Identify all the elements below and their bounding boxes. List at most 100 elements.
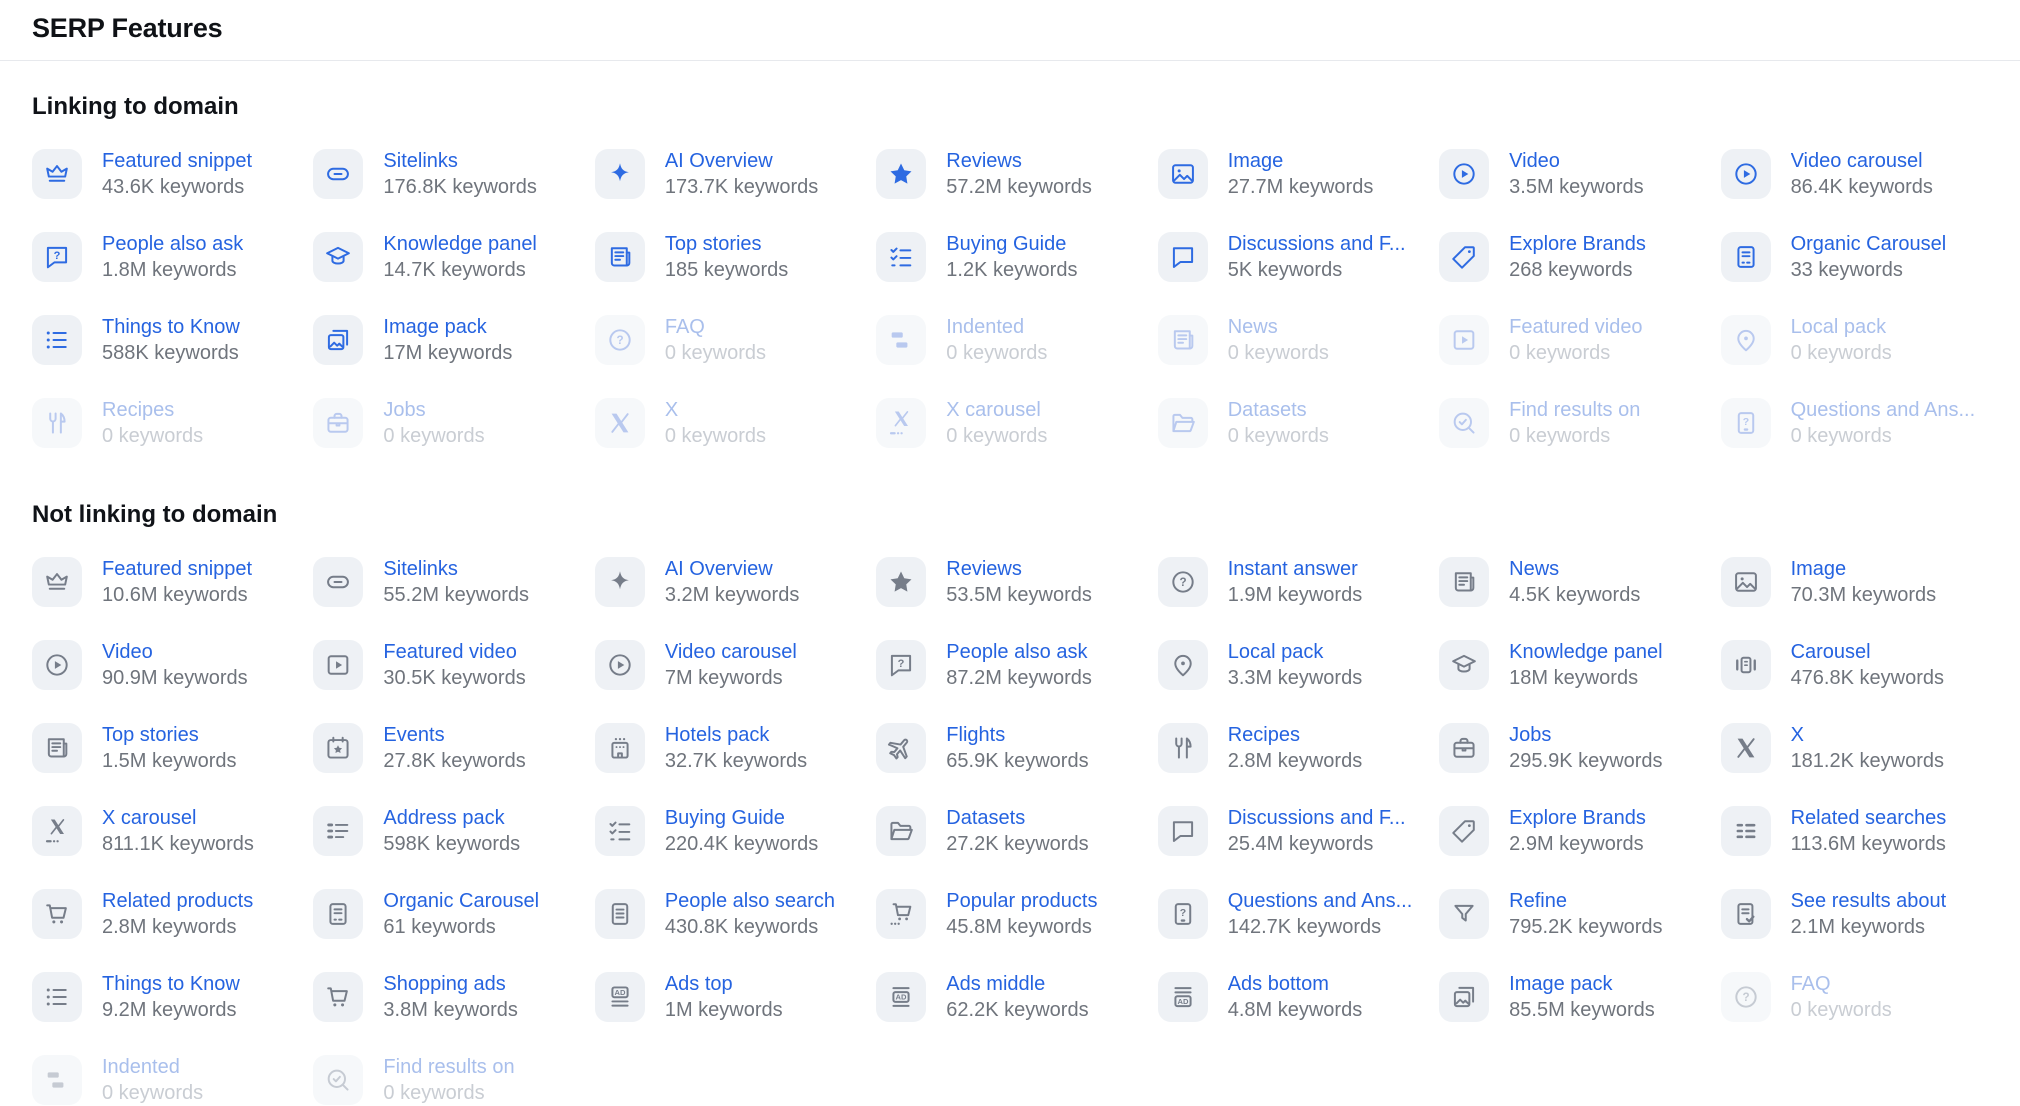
feature-label[interactable]: Recipes [1228, 722, 1363, 748]
feature-label[interactable]: Featured video [383, 639, 525, 665]
feature-video[interactable]: Video3.5M keywords [1439, 148, 1706, 200]
feature-label[interactable]: Refine [1509, 888, 1662, 914]
feature-featured-snippet[interactable]: Featured snippet10.6M keywords [32, 556, 299, 608]
feature-things-to-know[interactable]: Things to Know588K keywords [32, 314, 299, 366]
feature-carousel[interactable]: Carousel476.8K keywords [1721, 639, 1988, 691]
feature-instant-answer[interactable]: ?Instant answer1.9M keywords [1158, 556, 1425, 608]
feature-jobs[interactable]: Jobs295.9K keywords [1439, 722, 1706, 774]
feature-x-carousel[interactable]: X carousel811.1K keywords [32, 805, 299, 857]
feature-label[interactable]: X carousel [102, 805, 254, 831]
feature-people-also-ask[interactable]: ?People also ask87.2M keywords [876, 639, 1143, 691]
feature-video-carousel[interactable]: Video carousel7M keywords [595, 639, 862, 691]
feature-label[interactable]: Shopping ads [383, 971, 518, 997]
feature-news[interactable]: News4.5K keywords [1439, 556, 1706, 608]
feature-label[interactable]: AI Overview [665, 556, 800, 582]
feature-related-searches[interactable]: Related searches113.6M keywords [1721, 805, 1988, 857]
feature-label[interactable]: Related products [102, 888, 253, 914]
feature-label[interactable]: Reviews [946, 148, 1092, 174]
feature-label[interactable]: Buying Guide [946, 231, 1077, 257]
feature-label[interactable]: X [1791, 722, 1944, 748]
feature-related-products[interactable]: Related products2.8M keywords [32, 888, 299, 940]
feature-label[interactable]: Organic Carousel [383, 888, 539, 914]
feature-image-pack[interactable]: Image pack85.5M keywords [1439, 971, 1706, 1023]
feature-buying-guide[interactable]: Buying Guide220.4K keywords [595, 805, 862, 857]
feature-knowledge-panel[interactable]: Knowledge panel14.7K keywords [313, 231, 580, 283]
feature-label[interactable]: Ads top [665, 971, 783, 997]
feature-label[interactable]: News [1509, 556, 1640, 582]
feature-local-pack[interactable]: Local pack3.3M keywords [1158, 639, 1425, 691]
feature-label[interactable]: Local pack [1228, 639, 1363, 665]
feature-ads-middle[interactable]: ADAds middle62.2K keywords [876, 971, 1143, 1023]
feature-label[interactable]: Datasets [946, 805, 1088, 831]
feature-explore-brands[interactable]: Explore Brands268 keywords [1439, 231, 1706, 283]
feature-label[interactable]: Video [102, 639, 248, 665]
feature-label[interactable]: Questions and Ans... [1228, 888, 1413, 914]
feature-label[interactable]: Things to Know [102, 971, 240, 997]
feature-label[interactable]: AI Overview [665, 148, 818, 174]
feature-label[interactable]: Explore Brands [1509, 805, 1646, 831]
feature-label[interactable]: Instant answer [1228, 556, 1363, 582]
feature-label[interactable]: Reviews [946, 556, 1092, 582]
feature-video-carousel[interactable]: Video carousel86.4K keywords [1721, 148, 1988, 200]
feature-featured-snippet[interactable]: Featured snippet43.6K keywords [32, 148, 299, 200]
feature-shopping-ads[interactable]: Shopping ads3.8M keywords [313, 971, 580, 1023]
feature-ads-top[interactable]: ADAds top1M keywords [595, 971, 862, 1023]
feature-image-pack[interactable]: Image pack17M keywords [313, 314, 580, 366]
feature-label[interactable]: Ads middle [946, 971, 1088, 997]
feature-ai-overview[interactable]: AI Overview173.7K keywords [595, 148, 862, 200]
feature-reviews[interactable]: Reviews57.2M keywords [876, 148, 1143, 200]
feature-featured-video[interactable]: Featured video30.5K keywords [313, 639, 580, 691]
feature-label[interactable]: Image [1228, 148, 1374, 174]
feature-events[interactable]: Events27.8K keywords [313, 722, 580, 774]
feature-see-results-about[interactable]: See results about2.1M keywords [1721, 888, 1988, 940]
feature-ads-bottom[interactable]: ADAds bottom4.8M keywords [1158, 971, 1425, 1023]
feature-top-stories[interactable]: Top stories185 keywords [595, 231, 862, 283]
feature-label[interactable]: Hotels pack [665, 722, 807, 748]
feature-popular-products[interactable]: Popular products45.8M keywords [876, 888, 1143, 940]
feature-label[interactable]: Featured snippet [102, 148, 252, 174]
feature-discussions-and-f[interactable]: Discussions and F...25.4M keywords [1158, 805, 1425, 857]
feature-label[interactable]: Ads bottom [1228, 971, 1363, 997]
feature-label[interactable]: Sitelinks [383, 556, 529, 582]
feature-label[interactable]: Events [383, 722, 525, 748]
feature-reviews[interactable]: Reviews53.5M keywords [876, 556, 1143, 608]
feature-refine[interactable]: Refine795.2K keywords [1439, 888, 1706, 940]
feature-questions-and-ans[interactable]: ?Questions and Ans...142.7K keywords [1158, 888, 1425, 940]
feature-sitelinks[interactable]: Sitelinks176.8K keywords [313, 148, 580, 200]
feature-label[interactable]: Discussions and F... [1228, 805, 1406, 831]
feature-people-also-search[interactable]: People also search430.8K keywords [595, 888, 862, 940]
feature-flights[interactable]: Flights65.9K keywords [876, 722, 1143, 774]
feature-image[interactable]: Image27.7M keywords [1158, 148, 1425, 200]
feature-label[interactable]: Image pack [1509, 971, 1655, 997]
feature-label[interactable]: Buying Guide [665, 805, 818, 831]
feature-label[interactable]: Video carousel [665, 639, 797, 665]
feature-label[interactable]: People also search [665, 888, 835, 914]
feature-discussions-and-f[interactable]: Discussions and F...5K keywords [1158, 231, 1425, 283]
feature-top-stories[interactable]: Top stories1.5M keywords [32, 722, 299, 774]
feature-label[interactable]: Knowledge panel [1509, 639, 1662, 665]
feature-label[interactable]: Jobs [1509, 722, 1662, 748]
feature-x[interactable]: X181.2K keywords [1721, 722, 1988, 774]
feature-label[interactable]: Image [1791, 556, 1937, 582]
feature-label[interactable]: Image pack [383, 314, 512, 340]
feature-label[interactable]: Featured snippet [102, 556, 252, 582]
feature-label[interactable]: Knowledge panel [383, 231, 536, 257]
feature-organic-carousel[interactable]: Organic Carousel61 keywords [313, 888, 580, 940]
feature-buying-guide[interactable]: Buying Guide1.2K keywords [876, 231, 1143, 283]
feature-label[interactable]: Explore Brands [1509, 231, 1646, 257]
feature-label[interactable]: Sitelinks [383, 148, 536, 174]
feature-address-pack[interactable]: Address pack598K keywords [313, 805, 580, 857]
feature-label[interactable]: Things to Know [102, 314, 240, 340]
feature-label[interactable]: Video carousel [1791, 148, 1933, 174]
feature-label[interactable]: People also ask [946, 639, 1092, 665]
feature-people-also-ask[interactable]: ?People also ask1.8M keywords [32, 231, 299, 283]
feature-explore-brands[interactable]: Explore Brands2.9M keywords [1439, 805, 1706, 857]
feature-label[interactable]: Organic Carousel [1791, 231, 1947, 257]
feature-recipes[interactable]: Recipes2.8M keywords [1158, 722, 1425, 774]
feature-label[interactable]: Address pack [383, 805, 520, 831]
feature-datasets[interactable]: Datasets27.2K keywords [876, 805, 1143, 857]
feature-label[interactable]: Video [1509, 148, 1644, 174]
feature-ai-overview[interactable]: AI Overview3.2M keywords [595, 556, 862, 608]
feature-label[interactable]: People also ask [102, 231, 243, 257]
feature-label[interactable]: See results about [1791, 888, 1947, 914]
